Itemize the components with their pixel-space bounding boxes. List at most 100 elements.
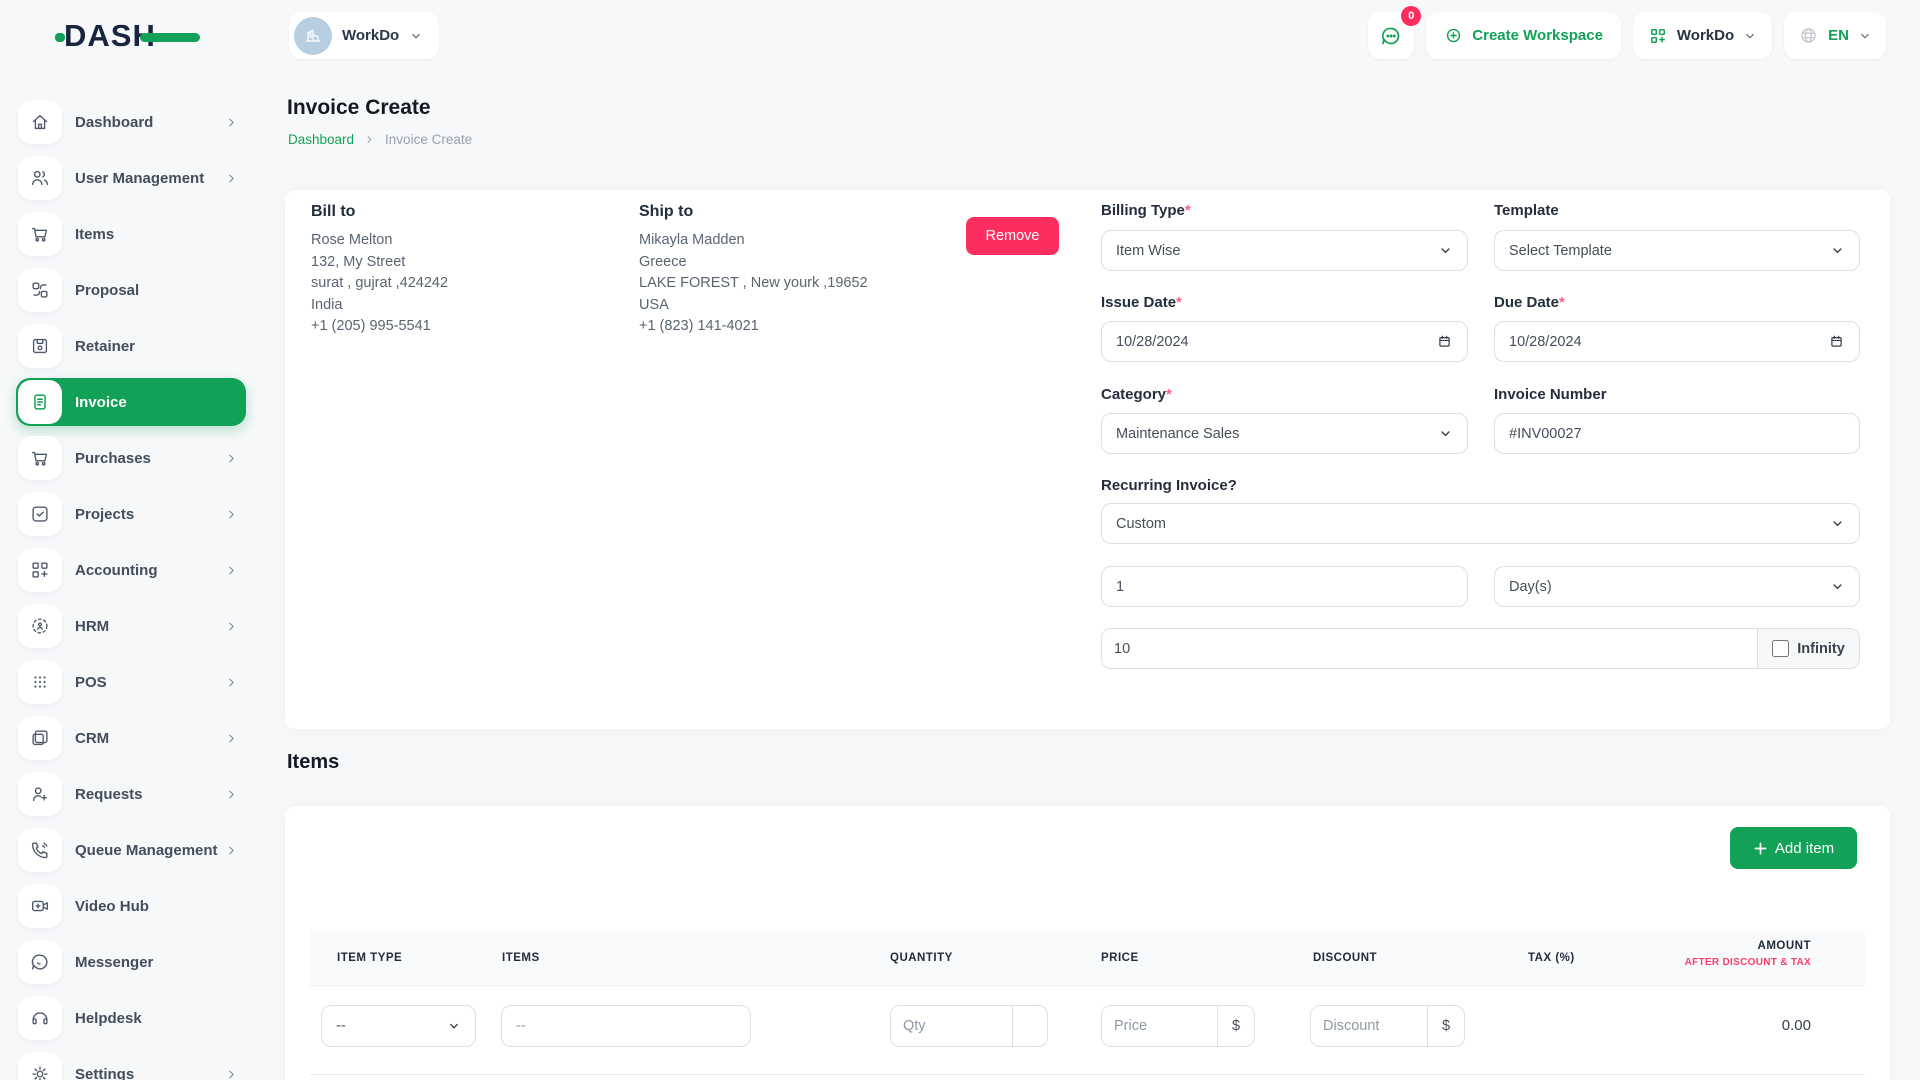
recurring-unit-select[interactable]: Day(s)	[1494, 566, 1860, 607]
topbar: DASH WorkDo 0	[0, 0, 1920, 72]
user-plus-icon	[18, 772, 62, 816]
workdo-menu-label: WorkDo	[1677, 27, 1734, 44]
dash-logo[interactable]: DASH	[64, 17, 156, 55]
sidebar-item-purchases[interactable]: Purchases	[16, 434, 246, 482]
messages-button[interactable]: 0	[1368, 12, 1414, 59]
ship-to-city: LAKE FOREST , New yourk ,19652	[639, 273, 969, 295]
recurring-type-select[interactable]: Custom	[1101, 503, 1860, 544]
logo-accent-dot	[55, 33, 65, 42]
sidebar-item-proposal[interactable]: Proposal	[16, 266, 246, 314]
topbar-actions: 0 Create Workspace WorkDo	[1368, 12, 1886, 59]
check-square-icon	[18, 492, 62, 536]
sidebar-item-settings[interactable]: Settings	[16, 1050, 246, 1080]
discount-input[interactable]	[1311, 1006, 1427, 1046]
price-group: $	[1101, 1005, 1255, 1047]
invoice-file-icon	[18, 380, 62, 424]
sidebar-item-queue-management[interactable]: Queue Management	[16, 826, 246, 874]
building-icon	[302, 25, 324, 47]
breadcrumb-dashboard-link[interactable]: Dashboard	[288, 132, 354, 147]
billing-type-select[interactable]: Item Wise	[1101, 230, 1468, 271]
discount-group: $	[1310, 1005, 1465, 1047]
bill-to-block: Bill to Rose Melton 132, My Street surat…	[311, 203, 611, 338]
home-icon	[18, 100, 62, 144]
transform-icon	[18, 268, 62, 312]
col-tax: TAX (%)	[1528, 952, 1575, 964]
required-asterisk: *	[1185, 202, 1191, 219]
price-input[interactable]	[1102, 1006, 1217, 1046]
logo-accent-bar	[140, 33, 200, 42]
sidebar-item-hrm[interactable]: HRM	[16, 602, 246, 650]
sidebar-item-retainer[interactable]: Retainer	[16, 322, 246, 370]
chevron-right-icon	[225, 116, 238, 129]
remove-button[interactable]: Remove	[966, 217, 1059, 255]
breadcrumb-current: Invoice Create	[385, 132, 472, 147]
infinity-checkbox[interactable]	[1772, 640, 1789, 657]
sidebar-item-user-management[interactable]: User Management	[16, 154, 246, 202]
template-select[interactable]: Select Template	[1494, 230, 1860, 271]
language-selector[interactable]: EN	[1784, 12, 1886, 59]
invoice-number-field-wrap	[1494, 413, 1860, 454]
phone-call-icon	[18, 828, 62, 872]
sidebar: Dashboard User Management Items Proposal	[0, 72, 266, 1080]
sidebar-item-requests[interactable]: Requests	[16, 770, 246, 818]
sidebar-item-helpdesk[interactable]: Helpdesk	[16, 994, 246, 1042]
chevron-down-icon	[1830, 579, 1845, 594]
item-type-select[interactable]: --	[321, 1005, 476, 1047]
chevron-down-icon	[1830, 516, 1845, 531]
invoice-form-card: Bill to Rose Melton 132, My Street surat…	[285, 190, 1890, 729]
chevron-right-icon	[225, 452, 238, 465]
quantity-input[interactable]	[891, 1006, 1012, 1046]
cart-icon	[18, 212, 62, 256]
chevron-down-icon	[1438, 426, 1453, 441]
windows-icon	[18, 716, 62, 760]
ship-to-country1: Greece	[639, 252, 969, 274]
items-field-wrap	[501, 1005, 751, 1047]
sidebar-item-invoice[interactable]: Invoice	[16, 378, 246, 426]
sidebar-item-accounting[interactable]: Accounting	[16, 546, 246, 594]
message-circle-icon	[18, 940, 62, 984]
sidebar-item-dashboard[interactable]: Dashboard	[16, 98, 246, 146]
col-amount: AMOUNT AFTER DISCOUNT & TAX	[1685, 940, 1811, 968]
sidebar-item-items[interactable]: Items	[16, 210, 246, 258]
chevron-right-icon	[225, 1068, 238, 1080]
bill-to-street: 132, My Street	[311, 252, 611, 274]
workdo-apps-menu[interactable]: WorkDo	[1633, 12, 1772, 59]
chevron-right-icon	[225, 172, 238, 185]
dots-grid-icon	[18, 660, 62, 704]
recurring-interval-wrap	[1101, 566, 1468, 607]
items-input[interactable]	[516, 1018, 736, 1034]
invoice-number-label: Invoice Number	[1494, 386, 1607, 403]
price-currency-addon: $	[1217, 1006, 1254, 1046]
due-date-input[interactable]: 10/28/2024	[1494, 321, 1860, 362]
workspace-switcher[interactable]: WorkDo	[289, 12, 439, 59]
video-camera-icon	[18, 884, 62, 928]
workspace-avatar	[294, 17, 332, 55]
recurring-interval-input[interactable]	[1116, 579, 1453, 595]
infinity-addon: Infinity	[1757, 629, 1859, 668]
bill-to-name: Rose Melton	[311, 230, 611, 252]
page-title: Invoice Create	[287, 96, 431, 120]
category-label: Category*	[1101, 386, 1172, 403]
issue-date-input[interactable]: 10/28/2024	[1101, 321, 1468, 362]
sidebar-item-messenger[interactable]: Messenger	[16, 938, 246, 986]
sidebar-item-video-hub[interactable]: Video Hub	[16, 882, 246, 930]
sidebar-item-projects[interactable]: Projects	[16, 490, 246, 538]
chevron-down-icon	[409, 29, 423, 43]
breadcrumb: Dashboard Invoice Create	[288, 132, 472, 147]
ship-to-country2: USA	[639, 295, 969, 317]
infinity-label: Infinity	[1797, 641, 1845, 657]
sidebar-item-crm[interactable]: CRM	[16, 714, 246, 762]
recurring-count-input[interactable]	[1102, 629, 1757, 668]
chevron-down-icon	[447, 1019, 461, 1033]
add-item-button[interactable]: Add item	[1730, 827, 1857, 869]
ship-to-block: Ship to Mikayla Madden Greece LAKE FORES…	[639, 203, 969, 338]
category-select[interactable]: Maintenance Sales	[1101, 413, 1468, 454]
billing-type-label: Billing Type*	[1101, 202, 1191, 219]
headphones-icon	[18, 996, 62, 1040]
invoice-number-input[interactable]	[1509, 426, 1845, 442]
chevron-right-icon	[364, 134, 375, 145]
row-divider	[310, 1074, 1865, 1075]
sidebar-item-pos[interactable]: POS	[16, 658, 246, 706]
col-item-type: ITEM TYPE	[337, 952, 402, 964]
create-workspace-button[interactable]: Create Workspace	[1426, 12, 1621, 59]
